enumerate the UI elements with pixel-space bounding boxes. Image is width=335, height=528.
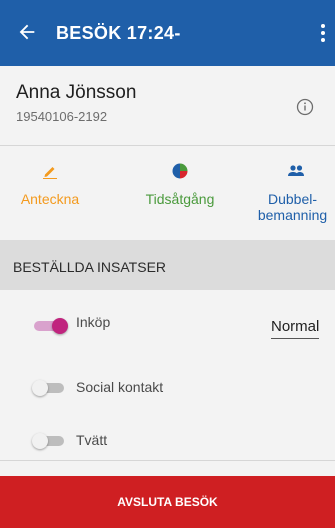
service-label-tvatt: Tvätt	[76, 432, 108, 448]
arrow-left-icon[interactable]	[16, 21, 38, 43]
toggle-thumb	[32, 433, 48, 449]
divider	[0, 460, 335, 461]
patient-name: Anna Jönsson	[16, 82, 137, 103]
app-bar: BESÖK 17:24-	[0, 0, 335, 66]
action-dubbelbemanning-label-line2: bemanning	[257, 207, 328, 223]
service-label-inkop: Inköp	[76, 314, 111, 330]
service-row-social-kontakt: Social kontakt	[0, 360, 335, 408]
action-tidsatgang[interactable]: Tidsåtgång	[125, 145, 235, 232]
end-visit-button[interactable]: AVSLUTA BESÖK	[0, 476, 335, 528]
info-icon[interactable]	[296, 98, 314, 116]
section-header: BESTÄLLDA INSATSER	[0, 240, 335, 290]
action-dubbelbemanning-label-line1: Dubbel-	[267, 191, 318, 207]
level-dropdown[interactable]: Normal	[271, 318, 320, 339]
action-anteckna-label: Anteckna	[20, 191, 80, 207]
pie-chart-icon	[172, 163, 188, 179]
service-label-social-kontakt: Social kontakt	[76, 379, 164, 395]
service-row-tvatt: Tvätt	[0, 412, 335, 460]
toggle-thumb	[32, 380, 48, 396]
action-tidsatgang-label: Tidsåtgång	[145, 191, 215, 207]
patient-header: Anna Jönsson 19540106-2192	[0, 66, 335, 144]
toggle-inkop[interactable]	[32, 318, 68, 334]
page-title: BESÖK 17:24-	[56, 23, 181, 43]
service-row-inkop: Inköp Normal	[0, 300, 335, 348]
section-title: BESTÄLLDA INSATSER	[13, 259, 167, 275]
toggle-social-kontakt[interactable]	[32, 380, 68, 396]
more-vertical-icon[interactable]	[318, 22, 328, 44]
toggle-tvatt[interactable]	[32, 433, 68, 449]
action-dubbelbemanning[interactable]: Dubbel-bemanning	[250, 145, 335, 232]
action-bar: Anteckna Tidsåtgång Dubbel-bemanning	[0, 145, 335, 232]
toggle-thumb	[52, 318, 68, 334]
people-icon	[288, 165, 304, 176]
action-dubbelbemanning-label: Dubbel-bemanning	[250, 191, 335, 223]
action-anteckna[interactable]: Anteckna	[0, 145, 100, 232]
pencil-icon	[43, 167, 57, 179]
patient-personal-number: 19540106-2192	[16, 109, 108, 124]
footer-bar: AVSLUTA BESÖK	[0, 476, 335, 528]
